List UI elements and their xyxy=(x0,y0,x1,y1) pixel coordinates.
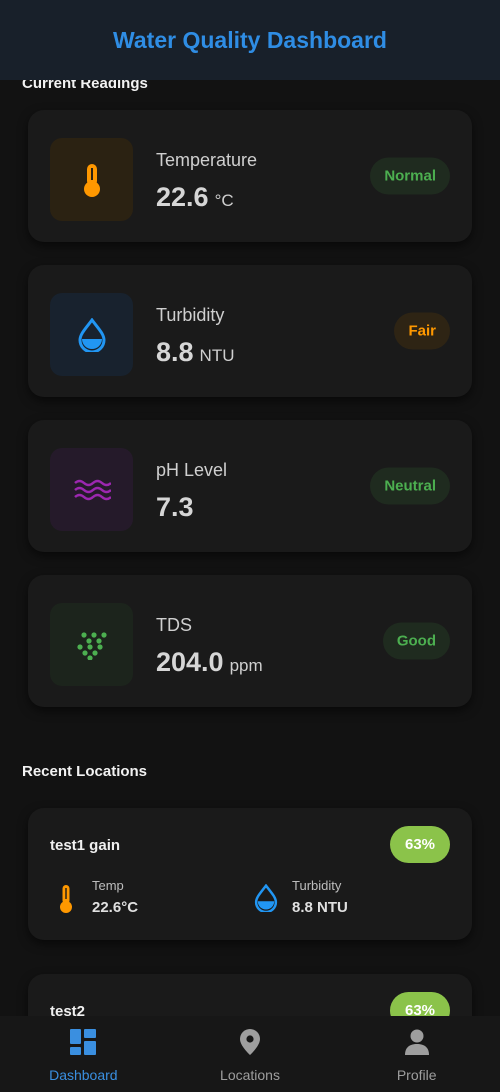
reading-value: 8.8 xyxy=(156,337,194,367)
metric-value: 22.6°C xyxy=(92,899,139,916)
metric-label: Temp xyxy=(92,878,124,893)
turbidity-metric: Turbidity 8.8 NTU xyxy=(252,878,348,916)
thermometer-icon xyxy=(50,138,133,221)
nav-label: Profile xyxy=(396,1067,437,1083)
reading-name: pH Level xyxy=(156,460,228,480)
status-badge: Normal xyxy=(370,157,450,195)
reading-unit: NTU xyxy=(199,346,235,365)
location-name: test1 gain xyxy=(50,837,121,854)
location-name: test2 xyxy=(50,1003,86,1016)
nav-label: Locations xyxy=(220,1067,280,1083)
reading-name: Turbidity xyxy=(156,305,225,325)
reading-value: 22.6 xyxy=(156,182,209,212)
current-readings-title: Current Readings xyxy=(22,80,148,92)
location-card[interactable]: test2 63% xyxy=(28,974,472,1016)
quality-score-badge: 63% xyxy=(390,826,450,863)
reading-name: Temperature xyxy=(156,150,258,170)
person-icon xyxy=(404,1028,430,1061)
location-card[interactable]: test1 gain 63% Temp 22.6°C Turbidity 8.8… xyxy=(28,808,472,940)
reading-card-tds[interactable]: TDS 204.0 ppm Good xyxy=(28,575,472,707)
metric-label: Turbidity xyxy=(292,878,342,893)
scroll-content[interactable]: Current Readings Temperature 22.6 °C Nor… xyxy=(0,80,500,1016)
reading-card-temperature[interactable]: Temperature 22.6 °C Normal xyxy=(28,110,472,242)
app-bar: Water Quality Dashboard xyxy=(0,0,500,80)
dots-icon xyxy=(50,603,133,686)
reading-unit: °C xyxy=(214,191,234,210)
quality-score-badge: 63% xyxy=(390,992,450,1016)
reading-card-turbidity[interactable]: Turbidity 8.8 NTU Fair xyxy=(28,265,472,397)
bottom-navigation: Dashboard Locations Profile xyxy=(0,1016,500,1092)
water-drop-icon xyxy=(252,884,280,916)
status-badge: Good xyxy=(382,622,450,660)
reading-value: 204.0 xyxy=(156,647,224,677)
nav-label: Dashboard xyxy=(49,1067,118,1083)
page-title: Water Quality Dashboard xyxy=(113,26,387,53)
reading-name: TDS xyxy=(156,615,192,635)
reading-value: 7.3 xyxy=(156,492,194,522)
metric-value: 8.8 NTU xyxy=(292,899,348,916)
nav-dashboard[interactable]: Dashboard xyxy=(0,1016,167,1092)
status-badge: Neutral xyxy=(370,467,450,505)
nav-locations[interactable]: Locations xyxy=(167,1016,334,1092)
reading-card-ph-level[interactable]: pH Level 7.3 Neutral xyxy=(28,420,472,552)
location-pin-icon xyxy=(239,1028,261,1061)
thermometer-icon xyxy=(52,884,80,916)
water-drop-icon xyxy=(50,293,133,376)
dashboard-icon xyxy=(69,1028,97,1061)
temp-metric: Temp 22.6°C xyxy=(52,878,138,916)
reading-unit: ppm xyxy=(229,656,263,675)
nav-profile[interactable]: Profile xyxy=(333,1016,500,1092)
waves-icon xyxy=(50,448,133,531)
status-badge: Fair xyxy=(394,312,450,350)
recent-locations-title: Recent Locations xyxy=(22,763,148,780)
